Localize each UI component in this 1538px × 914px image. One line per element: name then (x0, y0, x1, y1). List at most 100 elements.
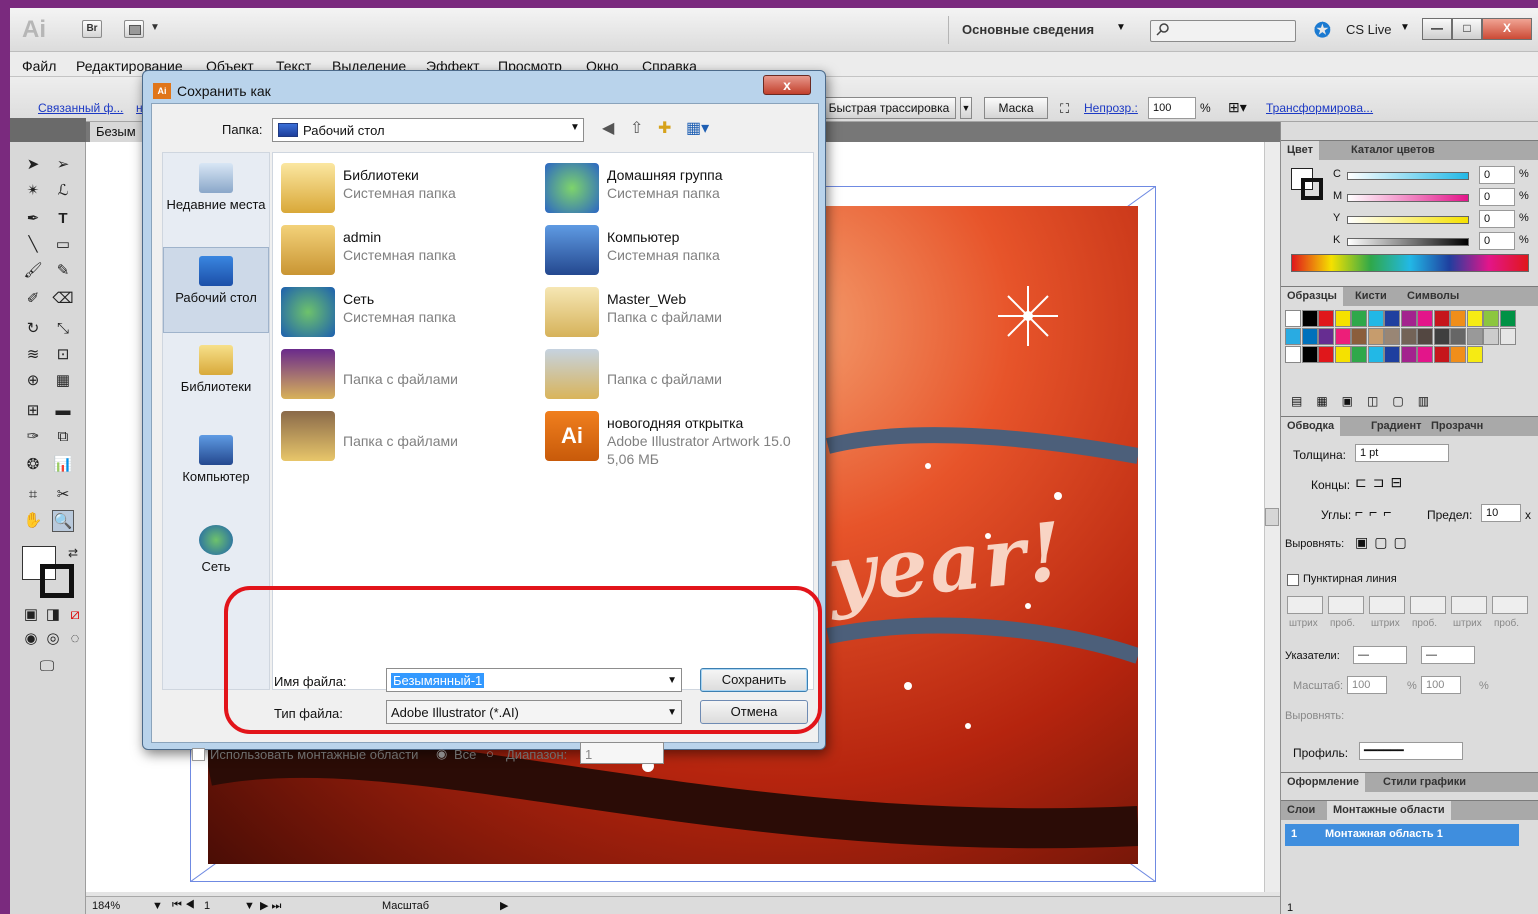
status-scale-label[interactable]: Масштаб (382, 900, 429, 912)
type-tool-icon[interactable]: T (52, 208, 74, 230)
dash-field[interactable] (1287, 596, 1323, 614)
swatch[interactable] (1318, 310, 1334, 327)
minimize-button[interactable]: — (1422, 18, 1452, 40)
channel-value[interactable]: 0 (1479, 188, 1515, 206)
dash-field[interactable] (1328, 596, 1364, 614)
brush-tool-icon[interactable]: 🖌 (22, 260, 44, 282)
chevron-down-icon[interactable]: ▼ (150, 22, 160, 33)
chevron-down-icon[interactable]: ▼ (152, 900, 163, 912)
dash-field[interactable] (1410, 596, 1446, 614)
swatch[interactable] (1384, 346, 1400, 363)
close-button[interactable]: X (1482, 18, 1532, 40)
swatch[interactable] (1301, 346, 1318, 363)
tab-color-guide[interactable]: Каталог цветов (1345, 141, 1441, 161)
page-number[interactable]: 1 (204, 900, 210, 912)
swatch[interactable] (1450, 346, 1466, 363)
gradient-mode-icon[interactable]: ◨ (42, 604, 64, 626)
scale-tool-icon[interactable]: ⤡ (52, 318, 74, 340)
new-folder-icon[interactable]: ✚ (658, 118, 671, 138)
all-radio[interactable]: ◉ (436, 746, 447, 762)
align-stroke-buttons[interactable]: ▣▢▢ (1355, 534, 1413, 551)
corner-buttons[interactable]: ⌐⌐⌐ (1355, 504, 1398, 520)
blend-tool-icon[interactable]: ⧉ (52, 426, 74, 448)
trace-options-dropdown[interactable]: ▼ (960, 97, 972, 119)
dashed-line-checkbox[interactable] (1287, 574, 1299, 586)
artboard-row[interactable]: 1 Монтажная область 1 (1285, 824, 1519, 846)
graph-tool-icon[interactable]: 📊 (52, 454, 74, 476)
arrow-scale-2[interactable]: 100 (1421, 676, 1461, 694)
mesh-tool-icon[interactable]: ⊞ (22, 400, 44, 422)
opacity-input[interactable]: 100 (1148, 97, 1196, 119)
folder-select[interactable]: Рабочий стол (272, 118, 584, 142)
maximize-button[interactable]: □ (1452, 18, 1482, 40)
swatch[interactable] (1301, 310, 1318, 327)
linked-file-link[interactable]: Связанный ф... (38, 101, 123, 115)
swatch[interactable] (1400, 346, 1417, 363)
place-recent[interactable]: Недавние места (163, 163, 269, 212)
zoom-level[interactable]: 184% (92, 900, 120, 912)
color-spectrum[interactable] (1291, 254, 1529, 272)
status-menu-icon[interactable]: ▶ (500, 899, 508, 912)
swatch[interactable] (1318, 346, 1334, 363)
swatch[interactable] (1433, 346, 1450, 363)
tab-symbols[interactable]: Символы (1401, 287, 1465, 307)
free-transform-icon[interactable]: ⊡ (52, 344, 74, 366)
swatch[interactable] (1417, 328, 1433, 345)
artboard-tool-icon[interactable]: ⌗ (22, 484, 44, 506)
stroke-swatch[interactable] (40, 564, 74, 598)
swatch[interactable] (1433, 310, 1450, 327)
swatch[interactable] (1499, 310, 1516, 327)
profile-select[interactable]: ━━━━━━ (1359, 742, 1463, 760)
symbol-sprayer-icon[interactable]: ❂ (22, 454, 44, 476)
swatch[interactable] (1384, 328, 1400, 345)
selection-tool-icon[interactable]: ➤ (22, 154, 44, 176)
hand-tool-icon[interactable]: ✋ (22, 510, 44, 532)
draw-inside-icon[interactable]: ◌ (64, 628, 86, 650)
swatch[interactable] (1384, 310, 1400, 327)
view-menu-icon[interactable]: ▦▾ (686, 118, 709, 138)
cap-buttons[interactable]: ⊏⊐⊟ (1355, 474, 1408, 491)
chevron-down-icon[interactable]: ▼ (244, 900, 255, 912)
swatch[interactable] (1483, 328, 1499, 345)
pen-tool-icon[interactable]: ✒ (22, 208, 44, 230)
file-item[interactable]: Master_Web Папка с файлами (541, 283, 801, 337)
align-icon[interactable]: ⊞▾ (1228, 99, 1247, 116)
swatch[interactable] (1285, 346, 1301, 363)
channel-value[interactable]: 0 (1479, 166, 1515, 184)
magic-wand-icon[interactable]: ✴ (22, 180, 44, 202)
use-artboards-checkbox[interactable] (192, 748, 205, 761)
file-item[interactable]: Домашняя группа Системная папка (541, 159, 801, 213)
slice-tool-icon[interactable]: ✂ (52, 484, 74, 506)
document-tab[interactable]: Безым (90, 122, 150, 142)
tab-artboards[interactable]: Монтажные области (1327, 801, 1451, 821)
arrow-scale-1[interactable]: 100 (1347, 676, 1387, 694)
line-tool-icon[interactable]: ╲ (22, 234, 44, 256)
next-page-icon[interactable]: ▶ ⏭ (260, 899, 281, 913)
lasso-icon[interactable]: ℒ (52, 180, 74, 202)
rotate-tool-icon[interactable]: ↻ (22, 318, 44, 340)
tab-layers[interactable]: Слои (1281, 801, 1321, 821)
tab-graphic-styles[interactable]: Стили графики (1377, 773, 1472, 793)
start-arrow-select[interactable]: — (1353, 646, 1407, 664)
screen-mode-icon[interactable]: 🖵 (36, 656, 58, 678)
swatch[interactable] (1301, 328, 1318, 345)
place-desktop[interactable]: Рабочий стол (163, 247, 269, 333)
swatch-actions[interactable]: ▤▦▣◫▢▥ (1291, 394, 1443, 408)
tab-transparency[interactable]: Прозрачн (1425, 417, 1489, 437)
file-item[interactable]: Папка с файлами (277, 345, 537, 399)
file-item[interactable]: Библиотеки Системная папка (277, 159, 537, 213)
channel-slider[interactable] (1347, 194, 1469, 202)
opacity-link[interactable]: Непрозр.: (1084, 101, 1138, 115)
channel-slider[interactable] (1347, 216, 1469, 224)
swatch[interactable] (1433, 328, 1450, 345)
file-item[interactable]: Папка с файлами (277, 407, 537, 461)
file-item[interactable]: admin Системная папка (277, 221, 537, 275)
swatch[interactable] (1285, 328, 1301, 345)
color-mode-icon[interactable]: ▣ (20, 604, 42, 626)
chevron-down-icon[interactable]: ▼ (570, 122, 580, 133)
warp-tool-icon[interactable]: ≋ (22, 344, 44, 366)
file-item[interactable]: Компьютер Системная папка (541, 221, 801, 275)
dash-field[interactable] (1492, 596, 1528, 614)
up-folder-icon[interactable]: ⇧ (630, 118, 643, 138)
channel-value[interactable]: 0 (1479, 232, 1515, 250)
